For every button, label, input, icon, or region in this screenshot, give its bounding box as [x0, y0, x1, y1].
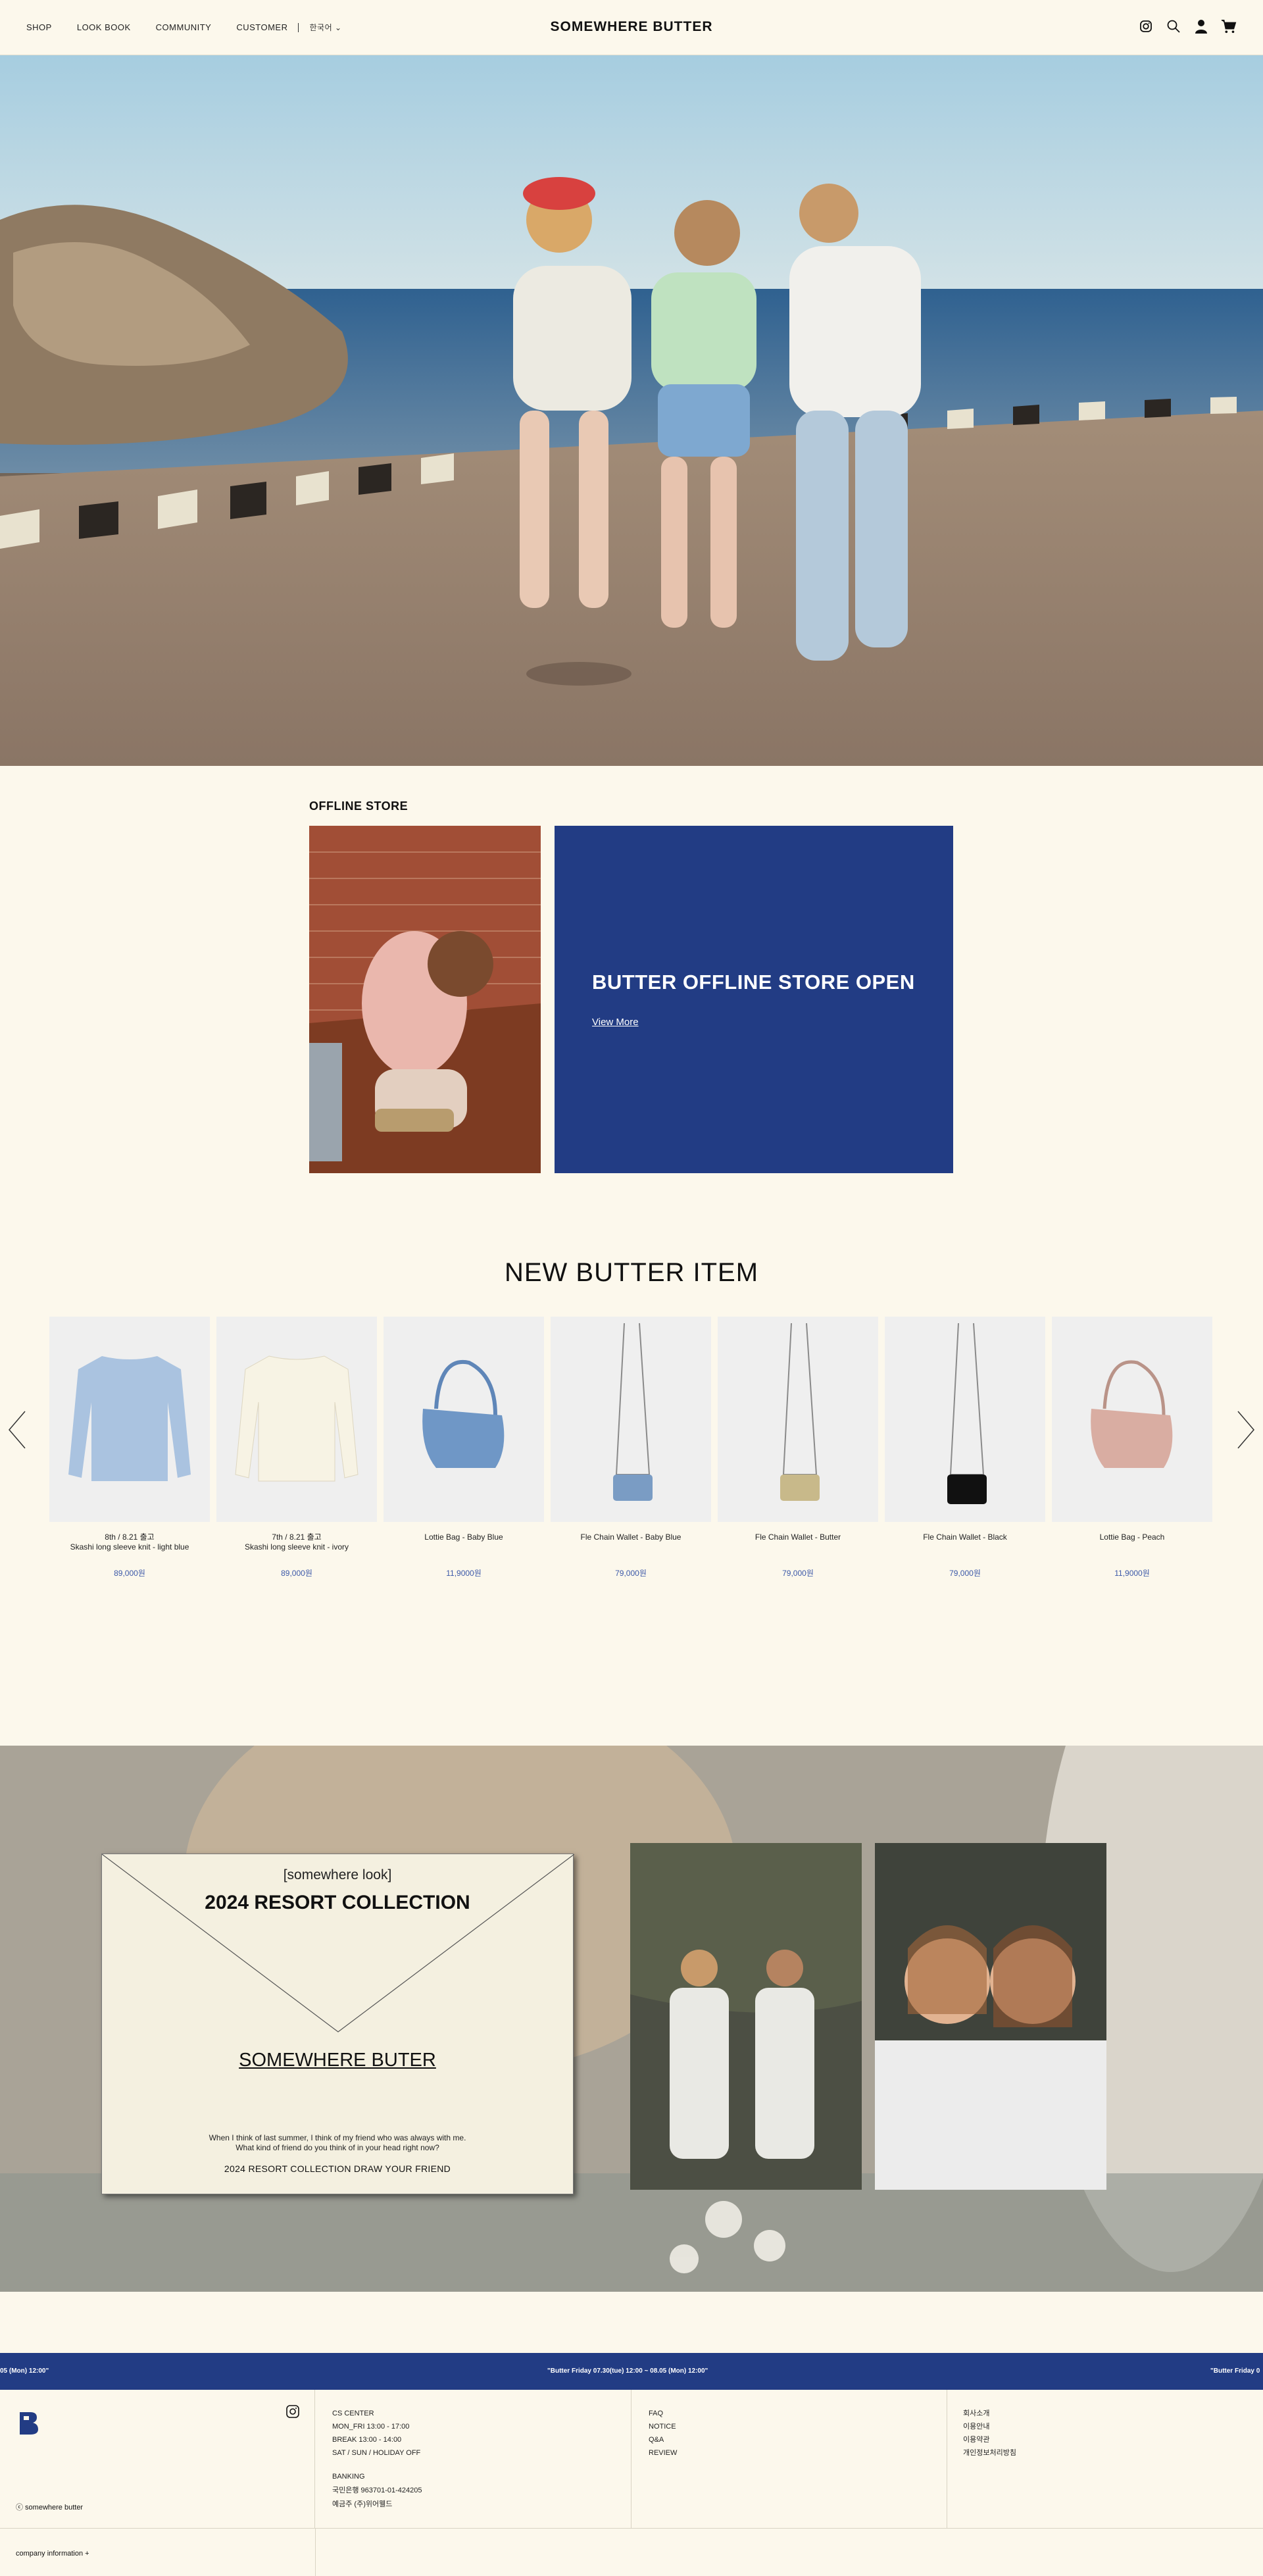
envelope-title: 2024 RESORT COLLECTION	[205, 1892, 470, 1913]
product-price: 11,9000원	[446, 1569, 482, 1578]
bag-image	[1091, 1360, 1173, 1468]
help-links: FAQ NOTICE Q&A REVIEW	[649, 2407, 677, 2460]
product-name: Fle Chain Wallet - Butter	[755, 1532, 841, 1542]
product-price: 79,000원	[949, 1569, 981, 1578]
resort-photo-2[interactable]	[875, 1843, 1106, 2190]
wallet-image	[947, 1323, 987, 1504]
instagram-icon[interactable]	[1138, 18, 1154, 34]
cart-icon[interactable]	[1221, 18, 1237, 34]
promo-ticker[interactable]: 05 (Mon) 12:00" "Butter Friday 07.30(tue…	[0, 2353, 1263, 2390]
copyright: ⓒ somewhere butter	[16, 2504, 84, 2512]
resort-photo-image	[630, 1843, 862, 2190]
product-name: Lottie Bag - Baby Blue	[424, 1532, 503, 1542]
product-price: 89,000원	[114, 1569, 145, 1578]
ticker-text: 05 (Mon) 12:00"	[0, 2367, 49, 2375]
knit-image	[235, 1355, 359, 1482]
product-price: 79,000원	[615, 1569, 647, 1578]
footer-link-about[interactable]: 회사소개	[963, 2407, 1016, 2420]
product-name: Fle Chain Wallet - Baby Blue	[580, 1532, 681, 1542]
product-thumbnail[interactable]	[551, 1317, 711, 1522]
footer-link-privacy[interactable]: 개인정보처리방침	[963, 2446, 1016, 2460]
product-card[interactable]: Lottie Bag - Peach 11,9000원	[1052, 1317, 1212, 1578]
cs-info: CS CENTER MON_FRI 13:00 - 17:00 BREAK 13:0…	[332, 2410, 421, 2457]
footer-col-cs: CS CENTER MON_FRI 13:00 - 17:00 BREAK 13:0…	[315, 2390, 632, 2528]
view-more-link[interactable]: View More	[592, 1017, 639, 1028]
footer-divider	[0, 2528, 1263, 2529]
product-thumbnail[interactable]	[718, 1317, 878, 1522]
company-info-toggle[interactable]: company information +	[16, 2550, 89, 2558]
product-price: 79,000원	[782, 1569, 814, 1578]
product-thumbnail[interactable]	[216, 1317, 377, 1522]
envelope-brand[interactable]: SOMEWHERE BUTER	[102, 2050, 573, 2071]
ticker-text: "Butter Friday 0	[1210, 2367, 1260, 2375]
instagram-icon[interactable]	[285, 2404, 300, 2419]
knit-image	[68, 1356, 191, 1481]
envelope-text: When I think of last summer, I think of …	[209, 2133, 466, 2152]
footer-col-help: FAQ NOTICE Q&A REVIEW	[632, 2390, 947, 2528]
hero-image	[0, 55, 1263, 766]
footer-link-terms[interactable]: 이용약관	[963, 2433, 1016, 2446]
product-card[interactable]: Fle Chain Wallet - Butter 79,000원	[718, 1317, 878, 1578]
footer-link-faq[interactable]: FAQ	[649, 2407, 677, 2420]
carousel-prev-button[interactable]	[7, 1410, 28, 1450]
collection-envelope-card[interactable]: [somewhere look] 2024 RESORT COLLECTION …	[101, 1854, 574, 2194]
store-photo-image	[309, 826, 541, 1173]
product-name: Lottie Bag - Peach	[1099, 1532, 1165, 1542]
envelope-draw-text: 2024 RESORT COLLECTION DRAW YOUR FRIEND	[224, 2163, 451, 2174]
product-thumbnail[interactable]	[885, 1317, 1045, 1522]
banking-info: BANKING 국민은행 963701-01-424205 예금주 (주)위어웰드	[332, 2473, 422, 2508]
footer-link-review[interactable]: REVIEW	[649, 2446, 677, 2460]
chevron-right-icon	[1237, 1411, 1254, 1449]
brand-logo-icon[interactable]	[17, 2410, 39, 2436]
product-price: 11,9000원	[1114, 1569, 1150, 1578]
footer-col-brand: ⓒ somewhere butter	[0, 2390, 315, 2528]
resort-photo-image	[875, 1843, 1106, 2190]
product-name: 7th / 8.21 출고 Skashi long sleeve knit - i…	[244, 1532, 349, 1552]
header-icons	[1138, 18, 1237, 34]
footer-divider-vertical	[315, 2528, 316, 2576]
product-card[interactable]: Fle Chain Wallet - Baby Blue 79,000원	[551, 1317, 711, 1578]
new-items-title: NEW BUTTER ITEM	[504, 1258, 759, 1287]
product-thumbnail[interactable]	[384, 1317, 544, 1522]
product-card[interactable]: Lottie Bag - Baby Blue 11,9000원	[384, 1317, 544, 1578]
product-thumbnail[interactable]	[49, 1317, 210, 1522]
hero-banner[interactable]	[0, 55, 1263, 766]
offline-store-photo[interactable]	[309, 826, 541, 1173]
search-icon[interactable]	[1166, 18, 1181, 34]
product-card[interactable]: 8th / 8.21 출고 Skashi long sleeve knit - l…	[49, 1317, 210, 1578]
wallet-image	[613, 1323, 653, 1501]
site-header: SHOP LOOK BOOK COMMUNITY CUSTOMER 한국어 ⌄ …	[0, 0, 1263, 55]
chevron-left-icon	[9, 1411, 26, 1449]
site-footer: ⓒ somewhere butter CS CENTER MON_FRI 13:0…	[0, 2390, 1263, 2576]
footer-col-company: 회사소개 이용안내 이용약관 개인정보처리방침	[947, 2390, 1263, 2528]
user-icon[interactable]	[1193, 18, 1209, 34]
product-card[interactable]: 7th / 8.21 출고 Skashi long sleeve knit - i…	[216, 1317, 377, 1578]
product-card[interactable]: Fle Chain Wallet - Black 79,000원	[885, 1317, 1045, 1578]
footer-link-guide[interactable]: 이용안내	[963, 2420, 1016, 2433]
bag-image	[422, 1359, 505, 1468]
ticker-text: "Butter Friday 07.30(tue) 12:00 ~ 08.05 …	[547, 2367, 708, 2375]
product-carousel: 8th / 8.21 출고 Skashi long sleeve knit - l…	[49, 1317, 1214, 1580]
product-name: 8th / 8.21 출고 Skashi long sleeve knit - l…	[70, 1532, 189, 1552]
company-links: 회사소개 이용안내 이용약관 개인정보처리방침	[963, 2407, 1016, 2460]
footer-link-notice[interactable]: NOTICE	[649, 2420, 677, 2433]
wallet-image	[780, 1323, 820, 1501]
carousel-next-button[interactable]	[1235, 1410, 1256, 1450]
product-name: Fle Chain Wallet - Black	[923, 1532, 1007, 1542]
footer-link-qna[interactable]: Q&A	[649, 2433, 677, 2446]
resort-photo-1[interactable]	[630, 1843, 862, 2190]
product-thumbnail[interactable]	[1052, 1317, 1212, 1522]
offline-store-title: OFFLINE STORE	[309, 799, 409, 813]
offline-store-panel: BUTTER OFFLINE STORE OPEN View More	[555, 826, 953, 1173]
product-price: 89,000원	[281, 1569, 312, 1578]
site-logo[interactable]: SOMEWHERE BUTTER	[0, 19, 1263, 35]
store-headline: BUTTER OFFLINE STORE OPEN	[592, 971, 915, 994]
envelope-subtitle: [somewhere look]	[283, 1867, 392, 1882]
